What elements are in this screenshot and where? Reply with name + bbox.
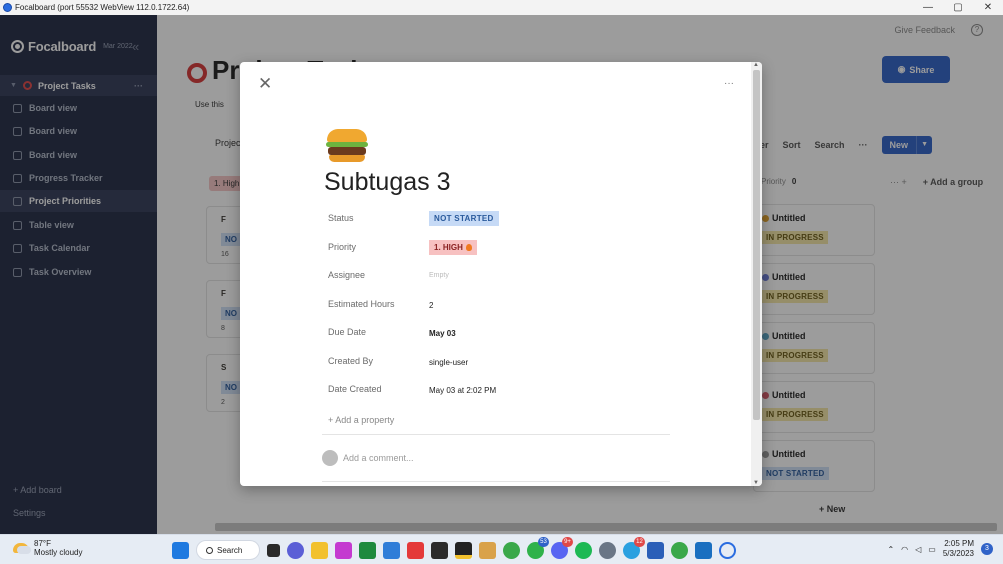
wifi-icon[interactable]: ◠	[901, 545, 908, 554]
property-estimated-hours: Estimated Hours 2	[328, 299, 628, 317]
weather-condition: Mostly cloudy	[34, 548, 83, 557]
calculator-icon[interactable]	[383, 541, 400, 559]
taskbar-apps: Search 53 9+ 12	[172, 536, 736, 560]
property-date-created: Date Created May 03 at 2:02 PM	[328, 384, 628, 402]
spotify-icon[interactable]	[575, 541, 592, 559]
property-label[interactable]: Priority	[328, 242, 356, 252]
property-label[interactable]: Status	[328, 213, 354, 223]
divider	[322, 481, 670, 482]
search-label: Search	[217, 545, 243, 555]
word-icon[interactable]	[647, 541, 664, 559]
settings-icon[interactable]	[599, 541, 616, 559]
property-priority: Priority 1. HIGH	[328, 240, 628, 260]
focalboard-app-icon	[3, 3, 12, 12]
fire-icon	[465, 244, 472, 251]
property-due-date: Due Date May 03	[328, 327, 628, 345]
sticky-notes-icon[interactable]	[455, 541, 472, 559]
teams-icon[interactable]	[287, 541, 304, 559]
priority-badge[interactable]: 1. HIGH	[429, 240, 477, 255]
vertical-scrollbar[interactable]: ▲ ▼	[751, 62, 762, 486]
terminal-icon[interactable]	[431, 541, 448, 559]
telegram-icon[interactable]: 12	[623, 536, 645, 559]
scroll-down-icon[interactable]: ▼	[753, 480, 759, 486]
hours-value[interactable]: 2	[429, 301, 433, 310]
editor-icon[interactable]	[479, 541, 496, 559]
whatsapp-icon[interactable]: 53	[527, 536, 549, 559]
temperature: 87°F	[34, 539, 51, 548]
window-titlebar: Focalboard (port 55532 WebView 112.0.172…	[0, 0, 1003, 15]
divider	[322, 434, 670, 435]
close-window-button[interactable]: ✕	[973, 0, 1003, 15]
property-status: Status NOT STARTED	[328, 211, 628, 231]
maximize-button[interactable]: ▢	[943, 0, 973, 15]
chrome-icon[interactable]	[671, 541, 688, 559]
chevron-up-icon[interactable]: ⌃	[887, 545, 894, 554]
close-icon[interactable]: ✕	[258, 75, 272, 92]
chrome-icon[interactable]	[503, 541, 520, 559]
weather-widget[interactable]: 87°F Mostly cloudy	[13, 539, 82, 557]
taskbar-search[interactable]: Search	[196, 540, 260, 560]
battery-icon[interactable]: ▭	[928, 545, 936, 554]
due-date-value[interactable]: May 03	[429, 329, 456, 338]
window-title: Focalboard (port 55532 WebView 112.0.172…	[15, 3, 190, 12]
focalboard-icon[interactable]	[719, 541, 736, 559]
card-detail-dialog: ✕ ··· Subtugas 3 Status NOT STARTED Prio…	[240, 62, 762, 486]
scroll-up-icon[interactable]: ▲	[753, 62, 759, 68]
notification-badge[interactable]: 3	[981, 543, 993, 555]
created-by-value: single-user	[429, 358, 469, 367]
property-created-by: Created By single-user	[328, 356, 628, 374]
card-title[interactable]: Subtugas 3	[324, 168, 451, 197]
minimize-button[interactable]: —	[913, 0, 943, 15]
property-assignee: Assignee Empty	[328, 270, 628, 288]
assignee-value[interactable]: Empty	[429, 272, 449, 279]
property-label[interactable]: Assignee	[328, 270, 365, 280]
window-controls: — ▢ ✕	[913, 0, 1003, 15]
task-view-icon[interactable]	[267, 543, 280, 557]
burger-icon[interactable]	[326, 129, 368, 163]
clock-time: 2:05 PM	[944, 539, 974, 548]
property-label[interactable]: Date Created	[328, 384, 382, 394]
volume-icon[interactable]: ◁	[915, 545, 921, 554]
card-options-icon[interactable]: ···	[724, 78, 734, 89]
search-icon	[206, 546, 213, 554]
cloudy-icon	[13, 543, 31, 554]
comment-input[interactable]	[343, 453, 643, 463]
property-label[interactable]: Estimated Hours	[328, 299, 395, 309]
clock-date: 5/3/2023	[942, 549, 974, 558]
discord-icon[interactable]: 9+	[551, 536, 573, 559]
notification-badge: 12	[634, 536, 645, 547]
file-explorer-icon[interactable]	[311, 541, 328, 559]
status-badge[interactable]: NOT STARTED	[429, 211, 499, 226]
add-property-button[interactable]: + Add a property	[328, 415, 394, 425]
start-icon[interactable]	[172, 541, 189, 559]
clock[interactable]: 2:05 PM 5/3/2023	[943, 539, 974, 559]
system-tray: ⌃ ◠ ◁ ▭ 2:05 PM 5/3/2023 3	[887, 539, 993, 559]
notification-badge: 53	[538, 536, 549, 547]
property-label[interactable]: Due Date	[328, 327, 366, 337]
xbox-icon[interactable]	[359, 541, 376, 559]
date-created-value: May 03 at 2:02 PM	[429, 386, 497, 395]
property-label[interactable]: Created By	[328, 356, 373, 366]
store-icon[interactable]	[695, 541, 712, 559]
taskbar: 87°F Mostly cloudy Search 53 9+ 12 ⌃ ◠ ◁…	[0, 534, 1003, 564]
notification-badge: 9+	[562, 536, 573, 547]
priority-value: 1. HIGH	[434, 243, 463, 252]
avatar	[322, 450, 338, 466]
app-icon[interactable]	[335, 541, 352, 559]
media-icon[interactable]	[407, 541, 424, 559]
scrollbar-thumb[interactable]	[753, 70, 760, 420]
